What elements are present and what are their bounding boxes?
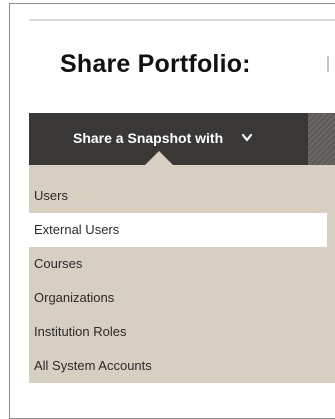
dropdown-pointer bbox=[145, 151, 173, 165]
menu-item-courses[interactable]: Courses bbox=[29, 247, 335, 281]
menu-item-institution-roles[interactable]: Institution Roles bbox=[29, 315, 335, 349]
menu-item-all-system-accounts[interactable]: All System Accounts bbox=[29, 349, 335, 383]
share-snapshot-label: Share a Snapshot with bbox=[73, 130, 224, 146]
menu-item-external-users[interactable]: External Users bbox=[29, 213, 327, 247]
menu-list: Users External Users Courses Organizations I… bbox=[29, 179, 335, 383]
page-frame: Share Portfolio: Share a Snapshot with U… bbox=[9, 3, 335, 419]
toolbar-overflow-button[interactable] bbox=[308, 113, 335, 165]
title-overflow-marker bbox=[327, 56, 329, 72]
top-divider bbox=[29, 19, 335, 21]
page-title: Share Portfolio: bbox=[60, 50, 251, 78]
share-toolbar: Share a Snapshot with bbox=[29, 113, 335, 165]
share-dropdown-menu: Users External Users Courses Organizations I… bbox=[29, 165, 335, 383]
menu-item-organizations[interactable]: Organizations bbox=[29, 281, 335, 315]
chevron-down-icon bbox=[240, 131, 254, 143]
menu-item-users[interactable]: Users bbox=[29, 179, 335, 213]
